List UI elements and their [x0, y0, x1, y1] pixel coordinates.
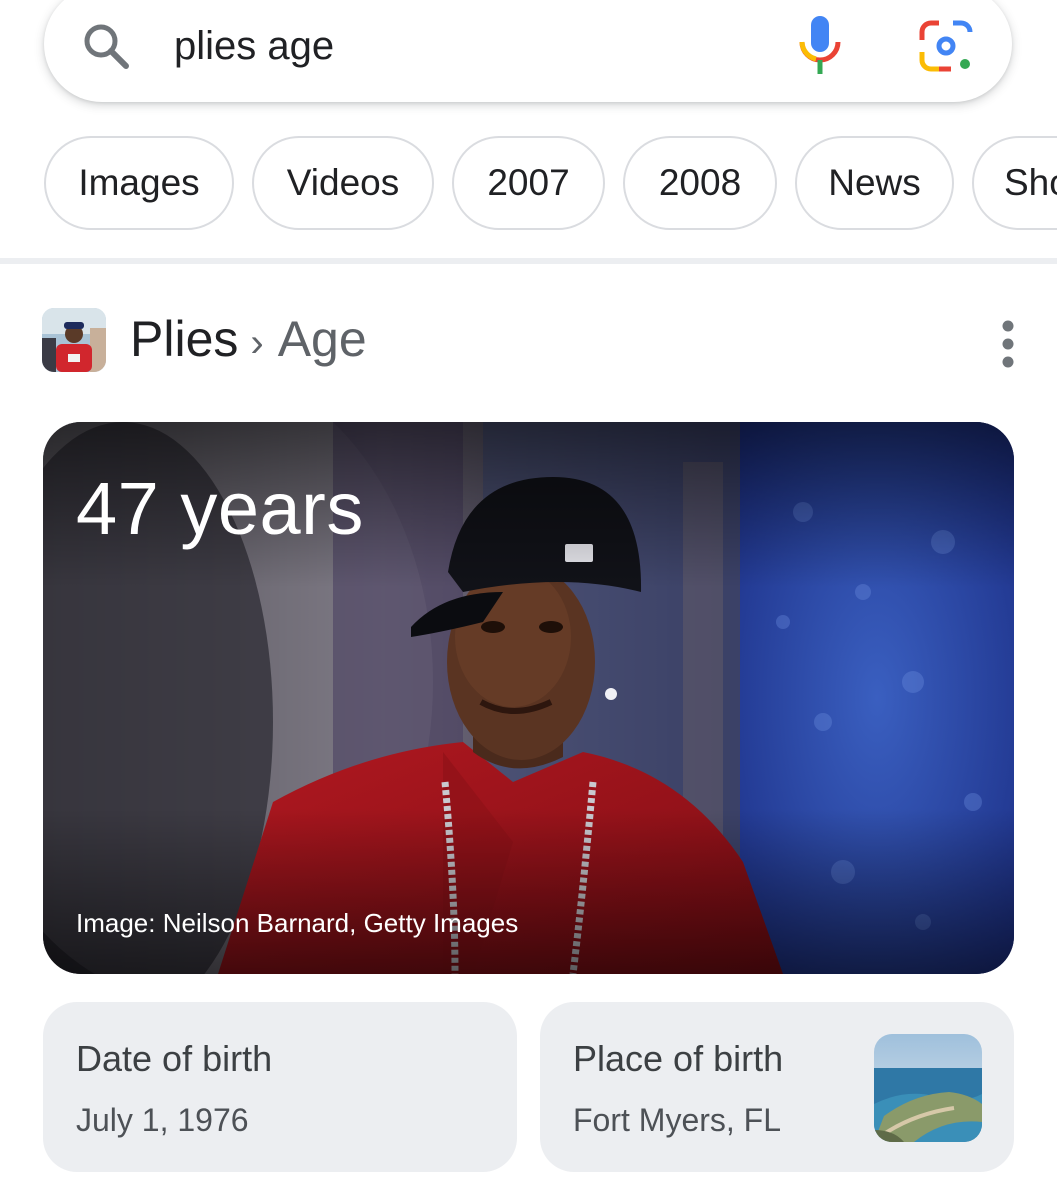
place-thumbnail[interactable] [874, 1034, 982, 1142]
age-answer: 47 years [76, 467, 364, 550]
chip-2007[interactable]: 2007 [452, 136, 605, 230]
image-credit[interactable]: Image: Neilson Barnard, Getty Images [76, 908, 518, 939]
search-input[interactable]: plies age [174, 24, 334, 69]
chip-videos[interactable]: Videos [252, 136, 434, 230]
chip-2008[interactable]: 2008 [623, 136, 777, 230]
more-vert-icon[interactable] [992, 314, 1024, 374]
entity-name[interactable]: Plies [130, 311, 238, 367]
breadcrumb-separator: › [250, 321, 264, 365]
fact-title: Date of birth [76, 1038, 273, 1079]
chip-shopping[interactable]: Sho [972, 136, 1057, 230]
attribute-name: Age [277, 311, 367, 367]
fact-title: Place of birth [573, 1038, 784, 1079]
mic-icon[interactable] [792, 14, 848, 76]
filter-chips: Images Videos 2007 2008 News Sho [44, 136, 1057, 234]
entity-thumbnail[interactable] [42, 308, 106, 372]
fact-value: Fort Myers, FL [573, 1102, 782, 1138]
panel-title: Plies › Age [130, 310, 367, 368]
hero-image-card[interactable]: 47 years Image: Neilson Barnard, Getty I… [43, 422, 1014, 974]
search-bar[interactable]: plies age [44, 0, 1012, 102]
fact-card-place-of-birth[interactable]: Place of birth Fort Myers, FL [540, 1002, 1014, 1172]
section-divider [0, 258, 1057, 264]
lens-icon[interactable] [916, 18, 976, 74]
chip-images[interactable]: Images [44, 136, 234, 230]
knowledge-panel-header: Plies › Age [42, 306, 1022, 378]
fact-card-date-of-birth[interactable]: Date of birth July 1, 1976 [43, 1002, 517, 1172]
chip-news[interactable]: News [795, 136, 954, 230]
search-icon[interactable] [80, 20, 132, 72]
fact-value: July 1, 1976 [76, 1102, 249, 1138]
